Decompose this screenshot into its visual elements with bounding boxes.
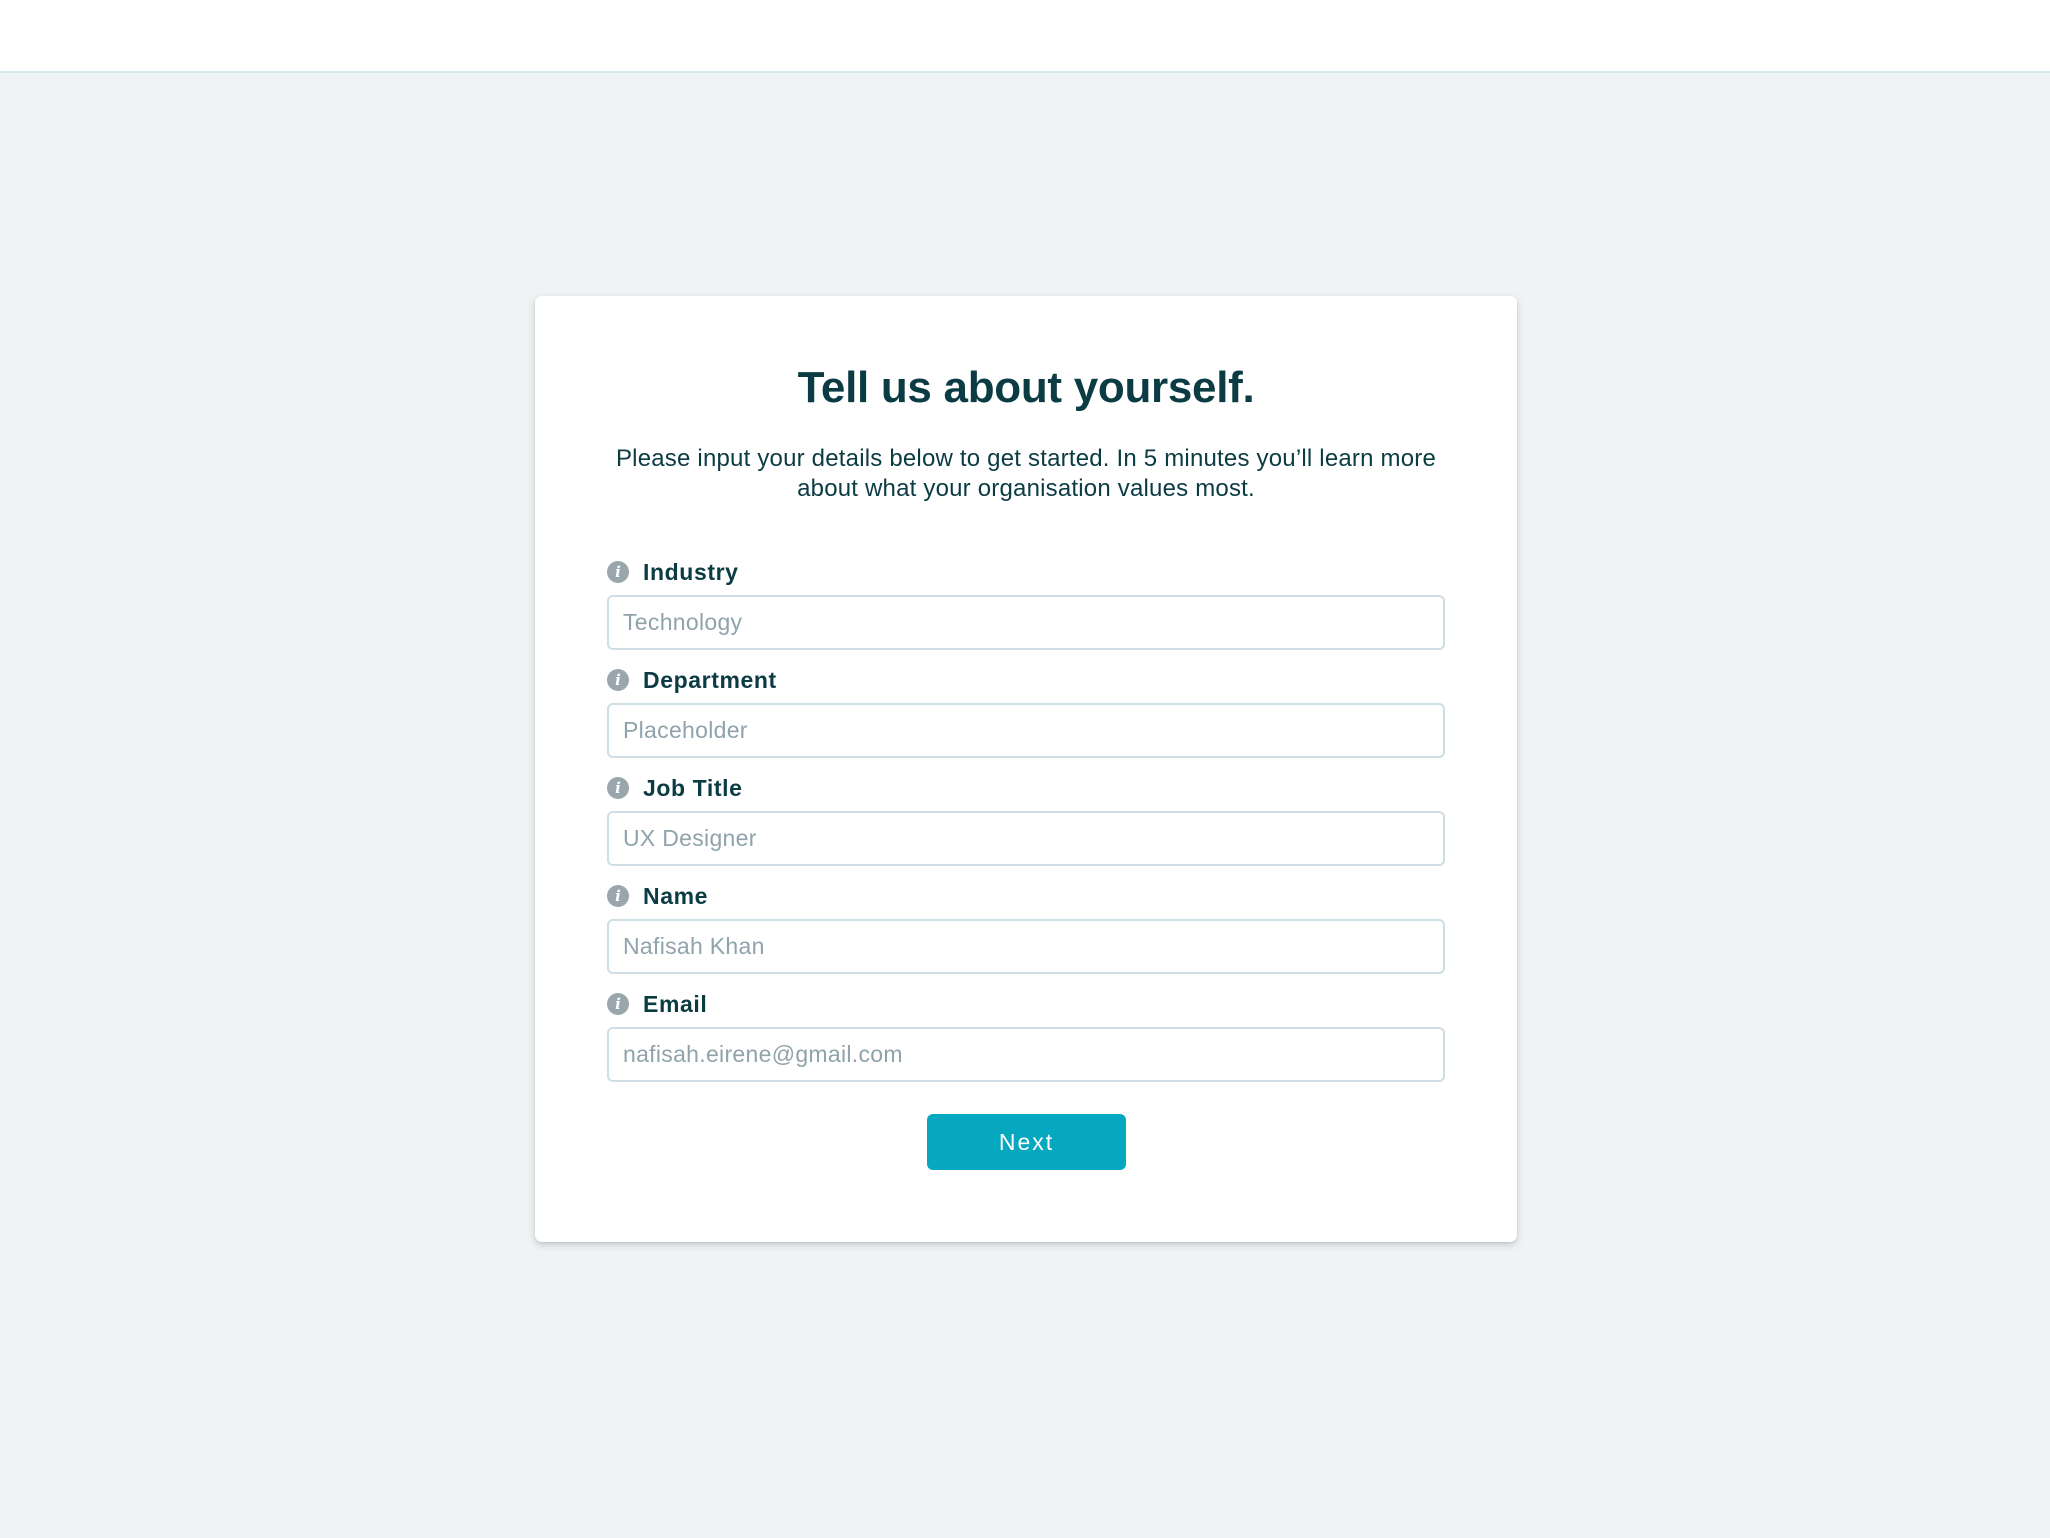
name-input[interactable] — [607, 919, 1445, 974]
email-input[interactable] — [607, 1027, 1445, 1082]
email-label: Email — [643, 990, 708, 1017]
info-icon[interactable]: i — [607, 993, 629, 1015]
page-subtitle: Please input your details below to get s… — [615, 445, 1437, 502]
info-icon[interactable]: i — [607, 669, 629, 691]
job-title-label: Job Title — [643, 774, 743, 801]
info-icon[interactable]: i — [607, 561, 629, 583]
industry-label: Industry — [643, 558, 739, 585]
department-input[interactable] — [607, 703, 1445, 758]
top-bar — [0, 0, 2050, 73]
department-label-row: i Department — [607, 665, 777, 695]
industry-input[interactable] — [607, 595, 1445, 650]
info-icon[interactable]: i — [607, 777, 629, 799]
name-label-row: i Name — [607, 881, 708, 911]
industry-label-row: i Industry — [607, 557, 739, 587]
job-title-label-row: i Job Title — [607, 773, 743, 803]
name-label: Name — [643, 882, 709, 909]
next-button[interactable]: Next — [927, 1114, 1126, 1170]
onboarding-card: Tell us about yourself. Please input you… — [535, 296, 1517, 1242]
job-title-input[interactable] — [607, 811, 1445, 866]
page-title: Tell us about yourself. — [797, 363, 1255, 412]
email-label-row: i Email — [607, 989, 707, 1019]
info-icon[interactable]: i — [607, 885, 629, 907]
department-label: Department — [643, 666, 777, 693]
